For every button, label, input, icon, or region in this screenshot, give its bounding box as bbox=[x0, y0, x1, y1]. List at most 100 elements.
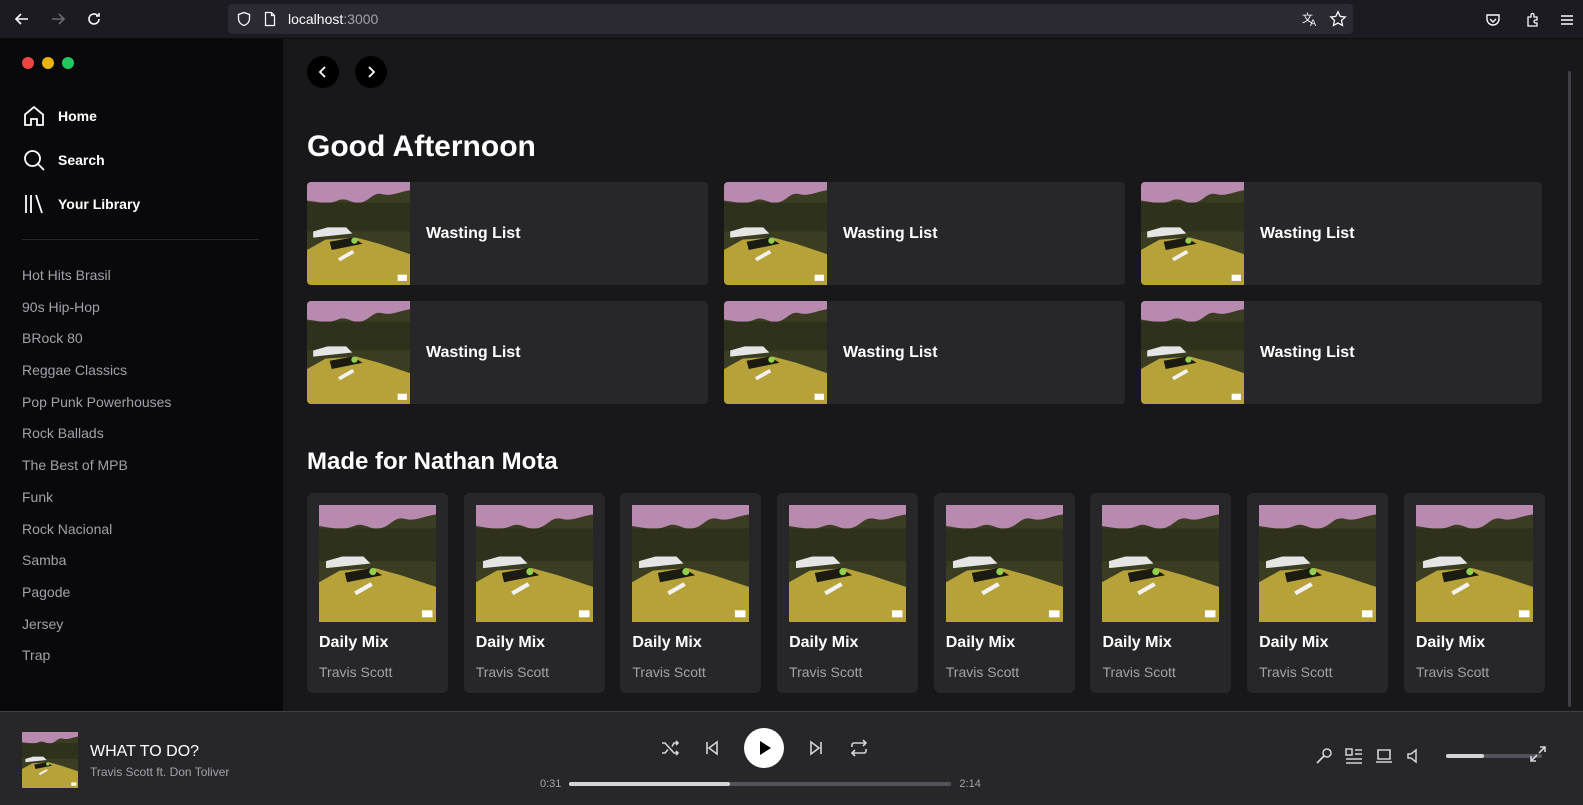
history-forward-button[interactable] bbox=[355, 56, 387, 88]
album-art-image bbox=[789, 505, 907, 622]
mix-card[interactable]: Daily Mix Travis Scott bbox=[933, 493, 1075, 693]
recent-card-title: Wasting List bbox=[1260, 224, 1355, 242]
minimize-dot[interactable] bbox=[42, 57, 54, 69]
sidebar-playlist-item[interactable]: Reggae Classics bbox=[22, 361, 261, 393]
maximize-dot[interactable] bbox=[62, 57, 74, 69]
album-cover bbox=[1141, 301, 1244, 404]
mix-card[interactable]: Daily Mix Travis Scott bbox=[1247, 493, 1389, 693]
sidebar-playlist-item[interactable]: Pop Punk Powerhouses bbox=[22, 393, 261, 425]
shield-icon[interactable] bbox=[236, 11, 252, 27]
browser-back-button[interactable] bbox=[4, 1, 40, 37]
sidebar-playlist-item[interactable]: 90s Hip-Hop bbox=[22, 298, 261, 330]
sidebar-playlist-item[interactable]: Funk bbox=[22, 488, 261, 520]
now-playing-artist[interactable]: Travis Scott ft. Don Toliver bbox=[90, 765, 229, 779]
mix-card-title: Daily Mix bbox=[1102, 634, 1172, 651]
album-cover bbox=[724, 182, 827, 285]
recent-card[interactable]: Wasting List bbox=[307, 301, 708, 404]
mix-card[interactable]: Daily Mix Travis Scott bbox=[307, 493, 448, 693]
nav-item-label: Your Library bbox=[58, 196, 141, 212]
mix-card[interactable]: Daily Mix Travis Scott bbox=[1090, 493, 1232, 693]
recent-card-title: Wasting List bbox=[843, 224, 938, 242]
sidebar-playlist-item[interactable]: Trap bbox=[22, 646, 261, 678]
arrow-left-icon bbox=[14, 13, 28, 25]
bookmark-star-icon[interactable] bbox=[1329, 10, 1347, 28]
browser-menu-button[interactable] bbox=[1555, 2, 1579, 38]
library-icon bbox=[25, 194, 43, 214]
recent-card[interactable]: Wasting List bbox=[1141, 182, 1542, 285]
microphone-icon[interactable] bbox=[1314, 746, 1334, 766]
now-playing: WHAT TO DO? Travis Scott ft. Don Toliver bbox=[22, 732, 229, 788]
progress-track[interactable] bbox=[569, 782, 952, 786]
history-back-button[interactable] bbox=[307, 56, 339, 88]
sidebar-playlist-item[interactable]: The Best of MPB bbox=[22, 456, 261, 488]
sidebar-nav: Home Search Your Library bbox=[22, 103, 261, 217]
mix-card[interactable]: Daily Mix Travis Scott bbox=[463, 493, 605, 693]
fullscreen-button[interactable] bbox=[1528, 744, 1548, 769]
album-art-image bbox=[307, 182, 410, 285]
repeat-icon[interactable] bbox=[848, 738, 870, 758]
url-bar[interactable]: localhost:3000 文A bbox=[228, 4, 1353, 34]
sidebar-playlist-item[interactable]: Jersey bbox=[22, 615, 261, 647]
recent-card-title: Wasting List bbox=[843, 343, 938, 361]
nav-item-search[interactable]: Search bbox=[22, 147, 261, 173]
album-art-image bbox=[307, 301, 410, 404]
mix-card-title: Daily Mix bbox=[1259, 634, 1329, 651]
nav-item-label: Search bbox=[58, 152, 105, 168]
album-art-image bbox=[22, 732, 78, 788]
album-art-image bbox=[1102, 505, 1220, 622]
sidebar-playlist-item[interactable]: Pagode bbox=[22, 583, 261, 615]
sidebar-playlist-item[interactable]: Rock Nacional bbox=[22, 520, 261, 552]
recent-card[interactable]: Wasting List bbox=[724, 182, 1125, 285]
reload-icon bbox=[88, 13, 100, 25]
recent-grid: Wasting List Wasting List Wasting List Wast… bbox=[307, 182, 1542, 404]
album-cover bbox=[475, 505, 593, 622]
recent-card[interactable]: Wasting List bbox=[307, 182, 708, 285]
browser-reload-button[interactable] bbox=[76, 1, 112, 37]
mix-card-artist: Travis Scott bbox=[475, 664, 550, 680]
sidebar-playlist-item[interactable]: Hot Hits Brasil bbox=[22, 266, 261, 298]
album-cover bbox=[724, 301, 827, 404]
search-icon bbox=[24, 150, 45, 171]
recent-card-title: Wasting List bbox=[426, 343, 521, 361]
sidebar-playlist-item[interactable]: BRock 80 bbox=[22, 329, 261, 361]
url-text[interactable]: localhost:3000 bbox=[288, 11, 378, 27]
mix-card[interactable]: Daily Mix Travis Scott bbox=[1403, 493, 1545, 693]
mix-card-title: Daily Mix bbox=[945, 634, 1016, 651]
extensions-button[interactable] bbox=[1515, 2, 1551, 38]
page-icon bbox=[264, 11, 276, 27]
sidebar-playlist-item[interactable]: Rock Ballads bbox=[22, 424, 261, 456]
player-bar: WHAT TO DO? Travis Scott ft. Don Toliver… bbox=[0, 711, 1583, 805]
play-button[interactable] bbox=[744, 728, 784, 768]
pocket-button[interactable] bbox=[1475, 2, 1511, 38]
mix-card[interactable]: Daily Mix Travis Scott bbox=[777, 493, 919, 693]
devices-icon[interactable] bbox=[1374, 746, 1394, 766]
album-cover bbox=[632, 505, 750, 622]
recent-card[interactable]: Wasting List bbox=[1141, 301, 1542, 404]
scrollbar-thumb[interactable] bbox=[1568, 71, 1571, 707]
mix-card-artist: Travis Scott bbox=[1415, 664, 1490, 680]
mix-card-artist: Travis Scott bbox=[945, 664, 1020, 680]
recent-card[interactable]: Wasting List bbox=[724, 301, 1125, 404]
history-nav bbox=[307, 56, 1542, 88]
volume-icon[interactable] bbox=[1404, 746, 1424, 766]
album-cover bbox=[1415, 505, 1533, 622]
nav-item-home[interactable]: Home bbox=[22, 103, 261, 129]
queue-icon[interactable] bbox=[1344, 746, 1364, 766]
translate-icon[interactable]: 文A bbox=[1301, 10, 1319, 28]
chevron-left-icon bbox=[318, 66, 326, 78]
progress: 0:31 2:14 bbox=[540, 778, 981, 790]
album-art-image bbox=[1141, 182, 1244, 285]
album-art-image bbox=[1259, 505, 1377, 622]
browser-forward-button[interactable] bbox=[40, 1, 76, 37]
mix-card[interactable]: Daily Mix Travis Scott bbox=[620, 493, 762, 693]
now-playing-title[interactable]: WHAT TO DO? bbox=[90, 742, 229, 762]
album-art-image bbox=[724, 301, 827, 404]
close-dot[interactable] bbox=[22, 57, 34, 69]
nav-item-library[interactable]: Your Library bbox=[22, 191, 261, 217]
skip-forward-icon[interactable] bbox=[806, 738, 826, 758]
skip-back-icon[interactable] bbox=[702, 738, 722, 758]
shuffle-icon[interactable] bbox=[660, 738, 680, 758]
album-art-image bbox=[1415, 505, 1533, 622]
now-playing-cover[interactable] bbox=[22, 732, 78, 788]
sidebar-playlist-item[interactable]: Samba bbox=[22, 551, 261, 583]
